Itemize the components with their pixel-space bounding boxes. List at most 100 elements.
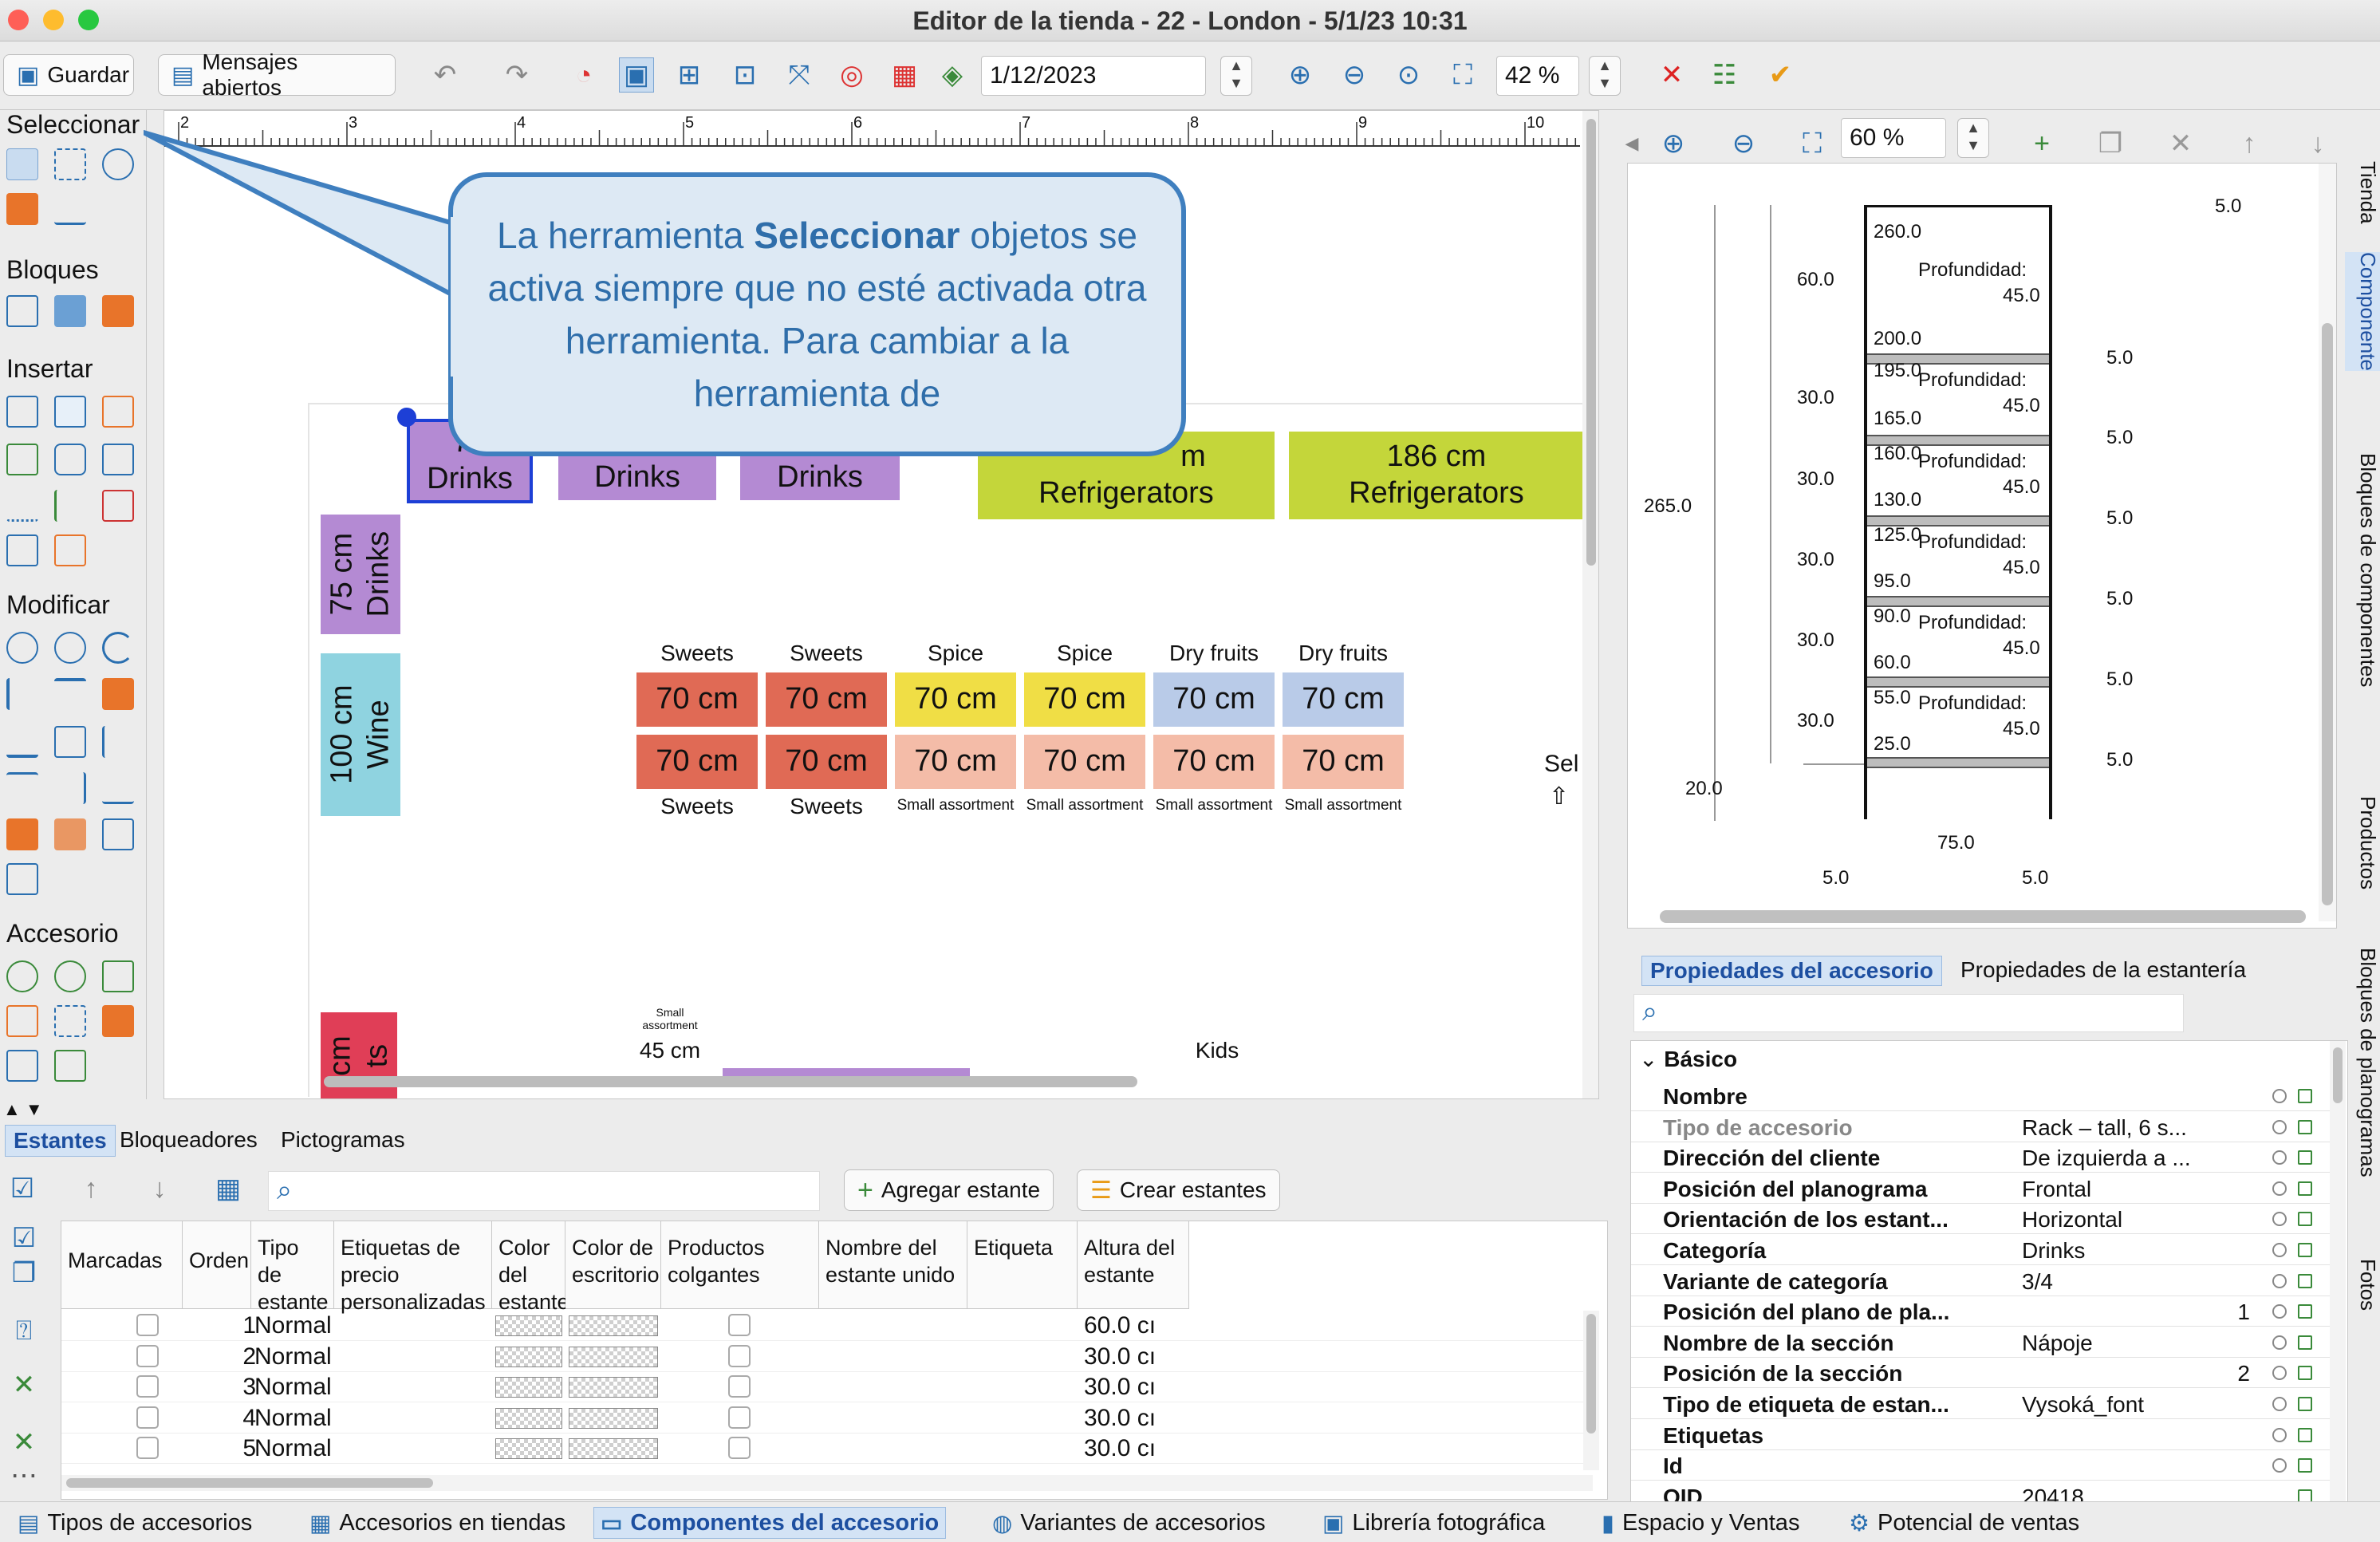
move-icon[interactable] (6, 632, 38, 664)
insert-svg-icon[interactable] (54, 534, 86, 566)
marquee-select-icon[interactable] (54, 148, 86, 180)
gondola-shelf-bottom[interactable]: 70 cm (1283, 735, 1404, 789)
flag-icon[interactable] (2298, 1150, 2312, 1165)
properties-search-input[interactable]: ⌕ (1633, 994, 2184, 1032)
side-tool-2-icon[interactable]: ❐ (6, 1256, 41, 1291)
shelf-color-swatch[interactable] (495, 1315, 562, 1336)
desk-color-swatch[interactable] (569, 1315, 658, 1336)
column-header[interactable]: Nombre del estante unido (819, 1221, 967, 1309)
fixture-refresh-icon[interactable] (54, 960, 86, 992)
fixture-wine[interactable]: 100 cm Wine (321, 653, 400, 816)
checklist-icon[interactable]: ☷ (1707, 57, 1742, 93)
property-row[interactable]: Posición de la sección 2 (1631, 1358, 2333, 1389)
reset-icon[interactable] (2272, 1089, 2287, 1103)
component-zoom-out-icon[interactable]: ⊖ (1726, 126, 1761, 161)
property-row[interactable]: OID 20418 (1631, 1481, 2333, 1502)
flag-icon[interactable] (2298, 1119, 2312, 1134)
gondola-shelf-top[interactable]: 70 cm (1153, 672, 1275, 727)
reset-icon[interactable] (2272, 1427, 2287, 1442)
measure-icon[interactable]: ◔ (566, 57, 601, 93)
shelf-down-icon[interactable]: ↓ (142, 1171, 177, 1206)
desk-color-swatch[interactable] (569, 1346, 658, 1367)
property-row[interactable]: Variante de categoría 3/4 (1631, 1266, 2333, 1296)
tab-shelves[interactable]: Estantes (5, 1125, 116, 1157)
property-row[interactable]: Posición del planograma Frontal (1631, 1173, 2333, 1204)
selection-handle[interactable] (397, 408, 416, 427)
align-bottom-icon[interactable] (102, 772, 134, 804)
gondola-shelf-top[interactable]: 70 cm (1024, 672, 1145, 727)
flag-icon[interactable] (2298, 1458, 2312, 1473)
side-tool-3-icon[interactable]: ⍰ (6, 1313, 41, 1348)
more-icon[interactable]: ⋯ (6, 1458, 41, 1493)
tab-fixture-properties[interactable]: Propiedades del accesorio (1641, 956, 1942, 986)
reset-icon[interactable] (2272, 1458, 2287, 1473)
reset-icon[interactable] (2272, 1119, 2287, 1134)
insert-line-icon[interactable] (54, 490, 86, 522)
split-up-icon[interactable]: ▲ ▼ (3, 1099, 43, 1120)
properties-scrollbar[interactable] (2330, 1041, 2346, 1502)
fixture-drinks-3[interactable]: Drinks (740, 456, 900, 500)
arrange-icon[interactable] (102, 678, 134, 710)
undo-icon[interactable]: ↶ (428, 57, 463, 93)
flag-icon[interactable] (2298, 1366, 2312, 1381)
reset-icon[interactable] (2272, 1335, 2287, 1350)
fixture-elevation-view[interactable]: 260.0 200.0 195.0 165.0 160.0 130.0 125.0 95.0 9… (1627, 163, 2337, 929)
flag-icon[interactable] (2298, 1397, 2312, 1411)
column-header[interactable]: Color de escritorio (565, 1221, 661, 1309)
mark-icon[interactable]: ☑ (5, 1171, 40, 1206)
create-shelves-button[interactable]: ☰ Crear estantes (1077, 1169, 1280, 1211)
layout-view-icon[interactable]: ▣ (619, 57, 654, 93)
property-row[interactable]: Nombre de la sección Nápoje (1631, 1327, 2333, 1358)
flag-icon[interactable] (2298, 1304, 2312, 1319)
gondola-shelf-bottom[interactable]: 70 cm (766, 735, 887, 789)
route-icon[interactable]: ⤧ (782, 57, 817, 93)
gondola-shelf-top[interactable]: 70 cm (636, 672, 758, 727)
select-tool-icon[interactable] (6, 148, 38, 180)
gondola-shelf-top[interactable]: 70 cm (766, 672, 887, 727)
mirror-icon[interactable] (6, 726, 38, 758)
table-vscroll-thumb[interactable] (1586, 1314, 1596, 1434)
column-header[interactable]: Marcadas (61, 1221, 183, 1309)
insert-dimension-icon[interactable] (6, 490, 38, 522)
reset-icon[interactable] (2272, 1181, 2287, 1196)
table-row[interactable]: 4 Normal 30.0 cı (61, 1403, 1583, 1434)
align-top-icon[interactable] (6, 772, 38, 804)
flag-icon[interactable] (2298, 1335, 2312, 1350)
gondola-shelf-top[interactable]: 70 cm (1283, 672, 1404, 727)
tab-shelf-properties[interactable]: Propiedades de la estantería (1952, 956, 2254, 986)
flag-icon[interactable] (2298, 1243, 2312, 1257)
import-excel-icon[interactable]: ✕ (6, 1425, 41, 1460)
property-row[interactable]: Etiquetas (1631, 1420, 2333, 1450)
fixture-number-icon[interactable] (54, 1005, 86, 1037)
flag-icon[interactable] (2298, 1089, 2312, 1103)
property-row[interactable]: Posición del plano de pla... 1 (1631, 1296, 2333, 1327)
column-header[interactable]: Etiquetas de precio personalizadas (334, 1221, 492, 1314)
column-header[interactable]: Color del estante (492, 1221, 569, 1314)
vtab-component[interactable]: Componente (2345, 252, 2380, 371)
save-button[interactable]: ▣ Guardar (3, 54, 134, 96)
gondola-shelf-top[interactable]: 70 cm (895, 672, 1016, 727)
heatmap-icon[interactable]: ▦ (887, 57, 922, 93)
property-row[interactable]: Tipo de etiqueta de estan... Vysoká_font (1631, 1389, 2333, 1419)
align-right-icon[interactable] (102, 726, 134, 758)
ungroup-icon[interactable] (6, 863, 38, 895)
insert-fixture-icon[interactable] (54, 396, 86, 428)
insert-pdf-icon[interactable] (102, 490, 134, 522)
date-field[interactable]: 1/12/2023 (981, 56, 1206, 96)
vtab-store[interactable]: Tienda (2345, 161, 2380, 224)
move-up-icon[interactable]: ↑ (2232, 126, 2267, 161)
status-tab[interactable]: ⚙ Potencial de ventas (1842, 1507, 2086, 1539)
block-icon[interactable] (6, 295, 38, 327)
fixture-drinks-vertical[interactable]: 75 cm Drinks (321, 515, 400, 634)
elevation-hscroll-thumb[interactable] (1660, 910, 2306, 923)
tab-blockers[interactable]: Bloqueadores (120, 1125, 258, 1157)
gondola-shelf-bottom[interactable]: 70 cm (636, 735, 758, 789)
component-zoom-in-icon[interactable]: ⊕ (1656, 126, 1691, 161)
group-block-icon[interactable] (102, 295, 134, 327)
zoom-in-icon[interactable]: ⊕ (1283, 57, 1318, 93)
desk-color-swatch[interactable] (569, 1407, 658, 1429)
side-tool-1-icon[interactable]: ☑ (6, 1221, 41, 1256)
canvas-vscroll-thumb[interactable] (1586, 119, 1596, 566)
marked-checkbox[interactable] (136, 1375, 159, 1398)
canvas-hscroll-thumb[interactable] (324, 1076, 1137, 1087)
